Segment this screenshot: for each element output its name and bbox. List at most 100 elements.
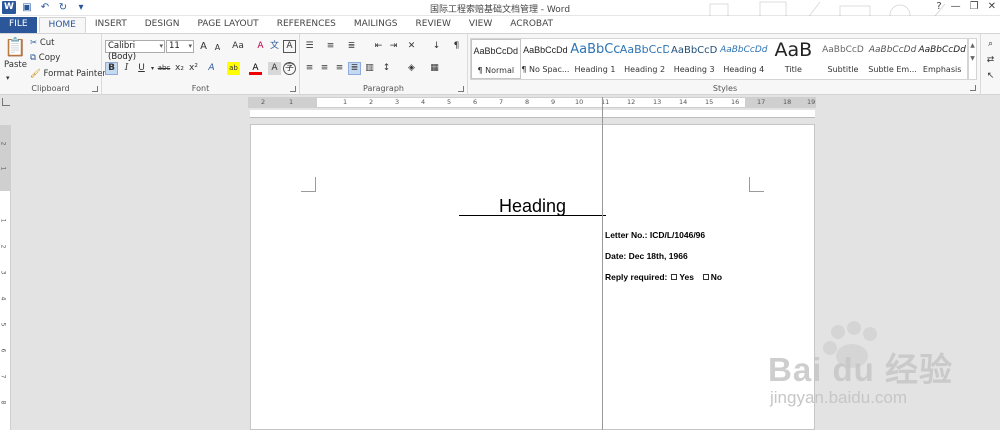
ruler-number: 17 [757,98,766,106]
tab-acrobat[interactable]: ACROBAT [501,17,562,33]
align-right-icon[interactable]: ≡ [333,62,346,75]
subscript-button[interactable]: x₂ [173,62,186,75]
tab-insert[interactable]: INSERT [86,17,136,33]
window-title: 国际工程索赔基础文档管理 - Word [429,5,571,15]
minimize-button[interactable]: — [951,1,961,12]
margin-corner-mark [749,177,764,192]
chevron-down-icon[interactable]: ▼ [970,55,975,62]
no-checkbox[interactable] [702,274,709,280]
document-heading[interactable]: Heading [459,195,606,217]
font-launcher-icon[interactable] [290,86,296,92]
tab-mailings[interactable]: MAILINGS [345,17,407,33]
watermark-url: jingyan.baidu.com [770,388,908,407]
change-case-button[interactable]: Aa [228,40,248,53]
borders-icon[interactable]: ▦ [428,62,441,75]
help-button[interactable]: ? [936,1,941,12]
multilevel-list-icon[interactable]: ≣ [345,40,358,53]
style-heading-3[interactable]: AaBbCcD Heading 3 [669,39,719,79]
superscript-button[interactable]: x² [187,62,200,75]
restore-button[interactable]: ❐ [970,1,979,12]
style-normal[interactable]: AaBbCcDd ¶ Normal [471,39,521,79]
vertical-ruler[interactable]: 2 1 1 2 3 4 5 6 7 8 [0,125,11,430]
copy-button[interactable]: ⧉ Copy [30,53,60,63]
select-icon[interactable]: ↖ [984,70,997,83]
tab-review[interactable]: REVIEW [407,17,460,33]
ruler-number: 14 [679,98,688,106]
close-button[interactable]: ✕ [988,1,996,12]
character-shading-button[interactable]: A [268,62,281,75]
align-center-icon[interactable]: ≡ [318,62,331,75]
horizontal-ruler[interactable]: 2 1 1 2 3 4 5 6 7 8 9 10 11 12 13 14 15 … [248,97,816,108]
tab-references[interactable]: REFERENCES [268,17,345,33]
paragraph-label: Paragraph [363,84,404,93]
text-effects-button[interactable]: A [205,62,218,75]
letter-number[interactable]: Letter No.: ICD/L/1046/96 [605,230,705,240]
font-name-select[interactable]: Calibri (Body) ▾ [105,40,165,62]
column-guide-line [602,97,603,430]
font-label: Font [191,84,210,93]
style-heading-1[interactable]: AaBbCc Heading 1 [570,39,620,79]
reply-required-line[interactable]: Reply required: Yes No [605,272,722,282]
style-heading-2[interactable]: AaBbCcD Heading 2 [620,39,670,79]
style-no-spacing[interactable]: AaBbCcDd ¶ No Spac... [521,39,571,79]
strikethrough-button[interactable]: abc [156,62,172,75]
align-left-icon[interactable]: ≡ [303,62,316,75]
yes-label: Yes [679,272,695,282]
style-title[interactable]: AaB Title [769,39,819,79]
tab-view[interactable]: VIEW [460,17,501,33]
increase-indent-icon[interactable]: ⇥ [387,40,400,53]
bold-button[interactable]: B [105,62,118,75]
chinese-layout-icon[interactable]: ✕ [405,40,418,53]
styles-launcher-icon[interactable] [970,85,976,91]
show-marks-icon[interactable]: ¶ [450,40,463,53]
style-subtitle[interactable]: AaBbCcD Subtitle [818,39,868,79]
paragraph-launcher-icon[interactable] [458,86,464,92]
clear-formatting-button[interactable]: A [254,40,267,53]
style-subtle-emphasis[interactable]: AaBbCcDd Subtle Em... [868,39,918,79]
tab-file[interactable]: FILE [0,17,37,33]
chevron-up-icon[interactable]: ▲ [970,42,975,49]
font-group: Calibri (Body) ▾ 11 ▾ A A Aa A 文 A B I U ▾… [102,34,300,95]
paste-dropdown-icon[interactable]: ▾ [6,74,10,82]
character-border-button[interactable]: A [283,40,296,53]
style-heading-4[interactable]: AaBbCcDd Heading 4 [719,39,769,79]
phonetic-guide-icon[interactable]: 文 [268,40,281,53]
justify-icon[interactable]: ≣ [348,62,361,75]
font-color-button[interactable]: A [249,62,262,75]
decrease-indent-icon[interactable]: ⇤ [372,40,385,53]
highlight-button[interactable]: ab [227,62,240,75]
format-painter-button[interactable]: 🖌 Format Painter [30,69,106,79]
enclose-characters-icon[interactable]: 字 [283,62,296,75]
styles-scroll[interactable]: ▲ ▼ [968,38,977,80]
font-size-select[interactable]: 11 ▾ [166,40,194,53]
distributed-icon[interactable]: ▥ [363,62,376,75]
ruler-number: 16 [731,98,740,106]
yes-checkbox[interactable] [671,274,678,280]
shrink-font-button[interactable]: A [211,41,224,54]
bullets-icon[interactable]: ☰ [303,40,316,53]
cut-button[interactable]: ✂ Cut [30,38,54,48]
numbering-icon[interactable]: ≡ [324,40,337,53]
grow-font-button[interactable]: A [197,40,210,53]
sort-icon[interactable]: ↓ [430,40,443,53]
paste-label[interactable]: Paste [4,60,27,70]
find-icon[interactable]: ⌕ [984,38,997,51]
clipboard-launcher-icon[interactable] [92,86,98,92]
tab-page-layout[interactable]: PAGE LAYOUT [188,17,267,33]
italic-button[interactable]: I [120,62,133,75]
paragraph-group: ☰ ≡ ≣ ⇤ ⇥ ✕ ↓ ¶ ≡ ≡ ≡ ≣ ▥ ↕ ◈ ▦ Paragrap… [300,34,468,95]
ruler-number: 10 [575,98,584,106]
tab-home[interactable]: HOME [38,17,86,33]
tab-design[interactable]: DESIGN [136,17,189,33]
ruler-number: 8 [0,400,7,405]
ruler-number: 4 [421,98,426,106]
line-spacing-icon[interactable]: ↕ [380,62,393,75]
ruler-number: 6 [0,348,7,353]
style-emphasis[interactable]: AaBbCcDd Emphasis [917,39,967,79]
tab-selector-icon[interactable] [2,98,10,106]
reply-required-label: Reply required: [605,272,668,282]
shading-icon[interactable]: ◈ [405,62,418,75]
replace-icon[interactable]: ⇄ [984,54,997,67]
letter-date[interactable]: Date: Dec 18th, 1966 [605,251,688,261]
document-page[interactable]: Heading Letter No.: ICD/L/1046/96 Date: … [250,124,815,430]
